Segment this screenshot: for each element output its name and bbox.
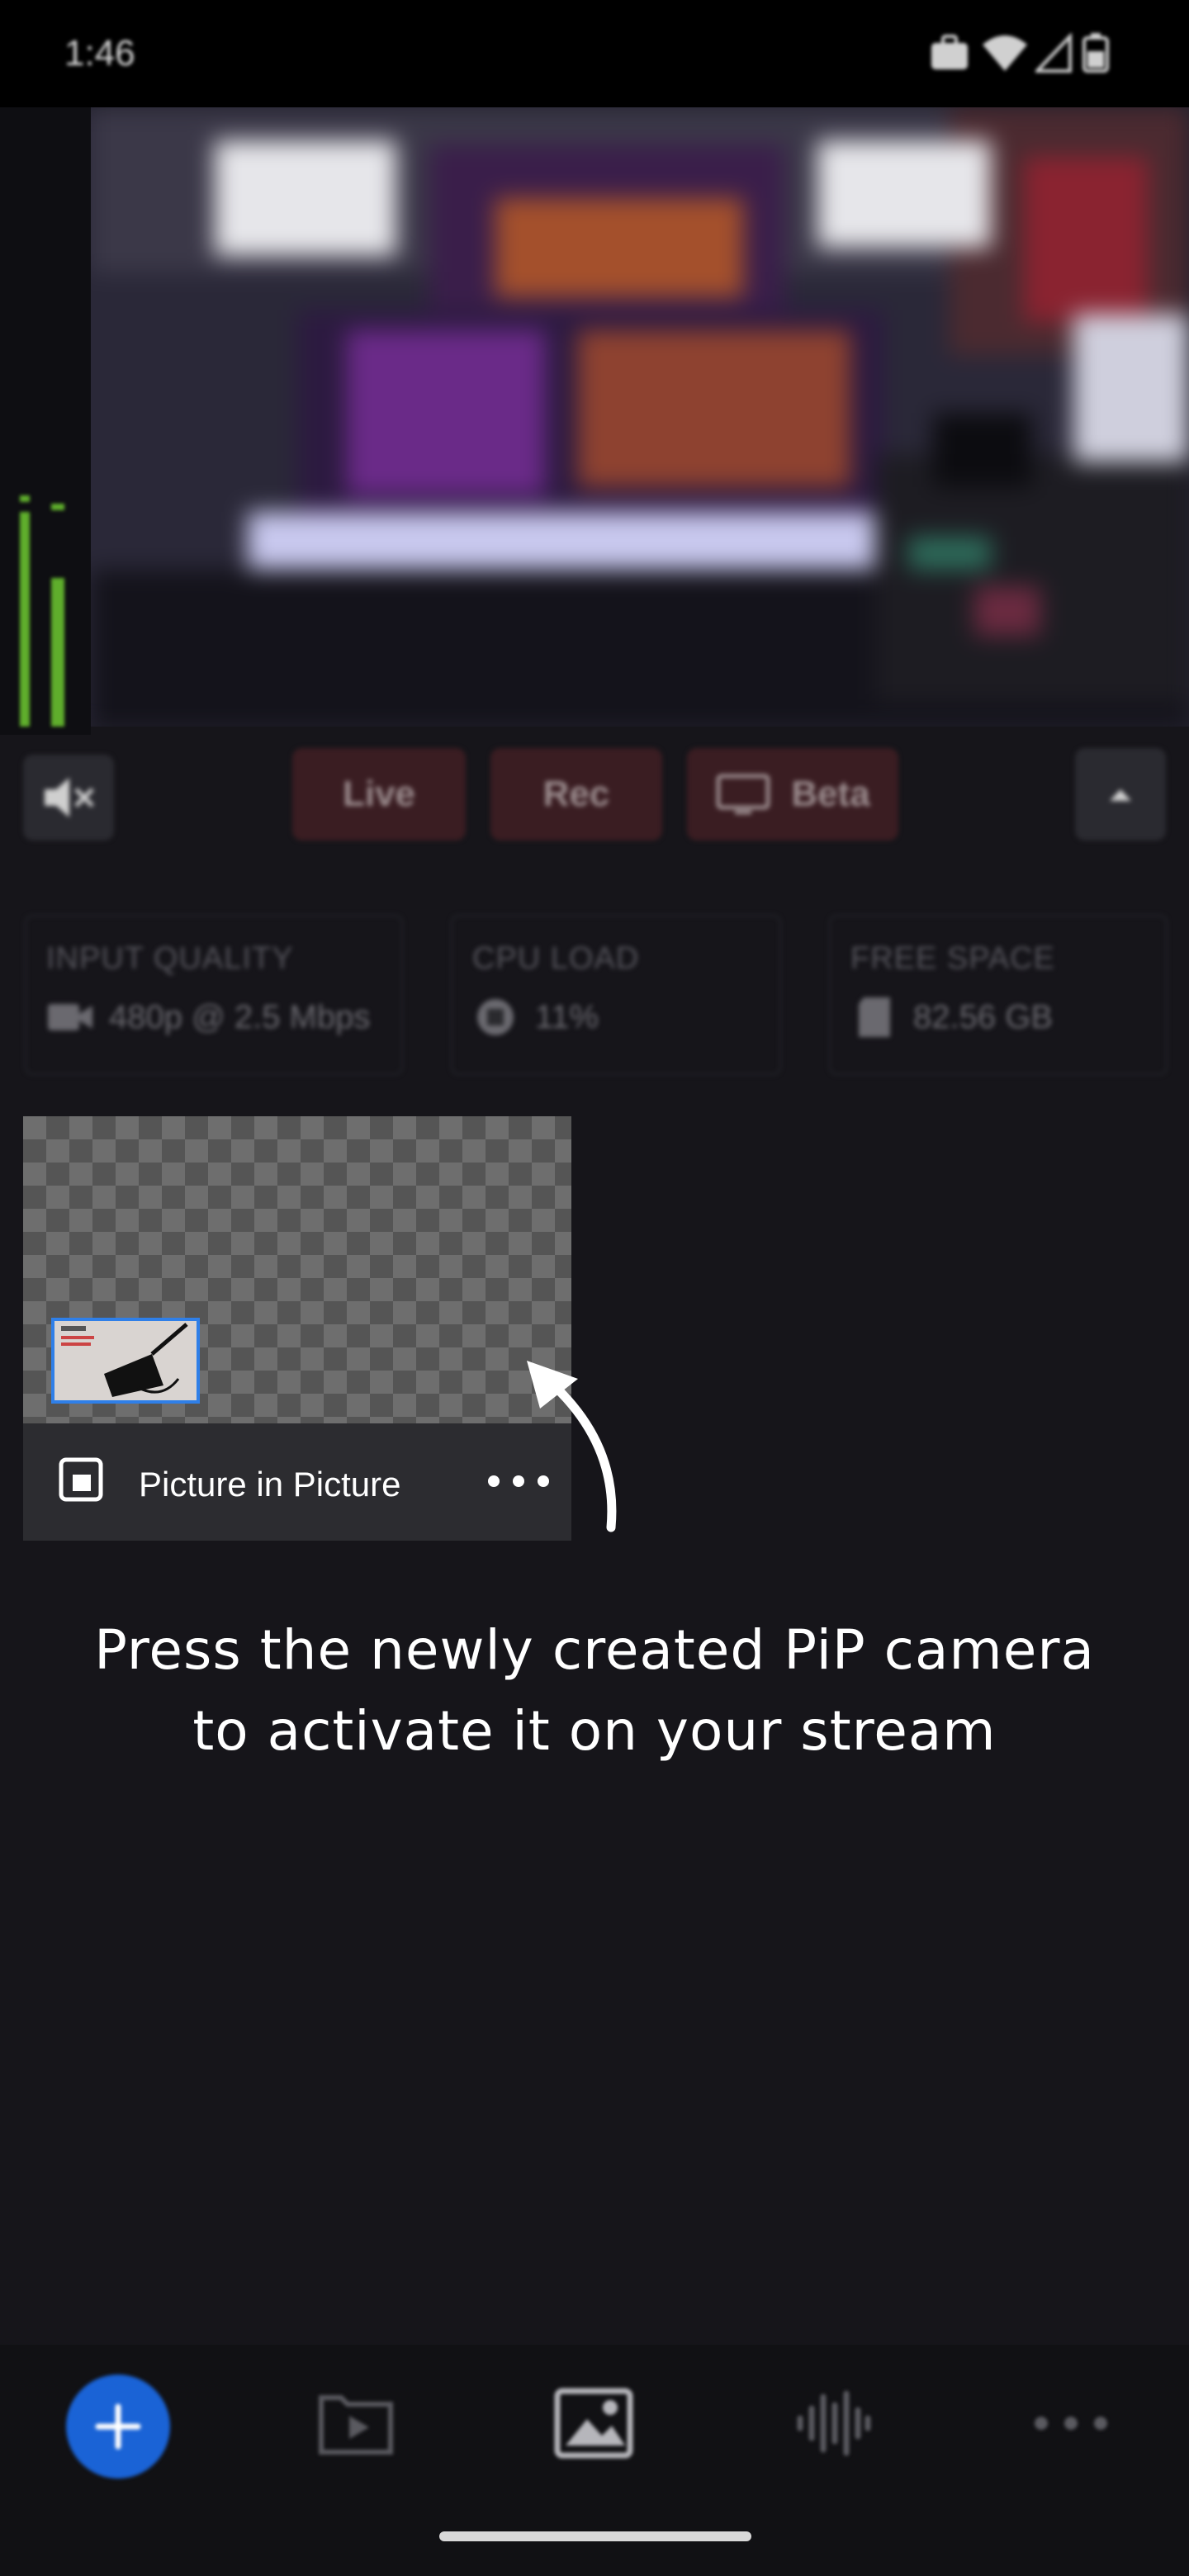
stat-title: FREE SPACE xyxy=(850,941,1055,976)
record-button-label: Rec xyxy=(542,774,610,814)
cpu-icon xyxy=(477,999,514,1035)
pip-card-label: Picture in Picture xyxy=(139,1465,401,1503)
home-indicator[interactable] xyxy=(439,2531,751,2541)
mute-button[interactable] xyxy=(23,755,114,841)
stat-card-cpu-load: CPU LOAD 11% xyxy=(451,915,781,1075)
live-button-label: Live xyxy=(342,774,416,814)
beta-button-label: Beta xyxy=(791,774,870,814)
camera-preview[interactable] xyxy=(0,107,1189,727)
briefcase-icon xyxy=(931,35,968,69)
beta-button[interactable]: Beta xyxy=(687,748,898,841)
collapse-button[interactable] xyxy=(1075,748,1166,841)
add-icon xyxy=(95,2403,141,2450)
record-button[interactable]: Rec xyxy=(490,748,662,841)
speaker-muted-icon xyxy=(45,778,94,817)
pip-camera-thumbnail[interactable] xyxy=(23,1116,571,1423)
stat-value: 11% xyxy=(535,999,599,1035)
audio-level-meter xyxy=(0,107,91,735)
curved-arrow-icon xyxy=(527,1361,617,1532)
nav-media-player[interactable] xyxy=(302,2370,410,2477)
wifi-icon xyxy=(983,36,1027,71)
nav-audio[interactable] xyxy=(779,2370,887,2477)
audio-waveform-icon xyxy=(797,2390,871,2456)
camera-preview-image xyxy=(0,107,1189,727)
pip-overlay-preview xyxy=(51,1318,200,1404)
video-camera-icon xyxy=(48,1004,92,1030)
signal-icon xyxy=(1035,33,1072,73)
sd-card-icon xyxy=(859,997,890,1037)
battery-icon xyxy=(1082,33,1109,73)
pip-camera-card[interactable]: Picture in Picture xyxy=(23,1116,571,1541)
nav-image[interactable] xyxy=(540,2370,647,2477)
media-player-icon xyxy=(319,2395,393,2455)
add-button[interactable] xyxy=(66,2375,170,2479)
stat-title: CPU LOAD xyxy=(472,941,640,976)
screen-cast-icon xyxy=(716,774,770,815)
stat-value: 480p @ 2.5 Mbps xyxy=(109,999,371,1035)
image-icon xyxy=(554,2388,633,2459)
instruction-line-2: to activate it on your stream xyxy=(192,1699,997,1763)
more-icon xyxy=(1035,2417,1107,2430)
instruction-line-1: Press the newly created PiP camera xyxy=(94,1618,1095,1682)
picture-in-picture-icon xyxy=(59,1457,103,1502)
pip-card-footer: Picture in Picture xyxy=(23,1423,571,1541)
stat-card-free-space: FREE SPACE 82.56 GB xyxy=(829,915,1168,1075)
stat-title: INPUT QUALITY xyxy=(46,941,294,976)
stream-controls: Live Rec Beta xyxy=(0,735,1189,859)
chevron-up-icon xyxy=(1110,789,1131,801)
instruction-text: Press the newly created PiP camera to ac… xyxy=(0,1610,1189,1772)
nav-more[interactable] xyxy=(1017,2370,1125,2477)
live-button[interactable]: Live xyxy=(292,748,466,841)
stat-value: 82.56 GB xyxy=(913,999,1054,1035)
status-time: 1:46 xyxy=(64,33,135,73)
stat-card-input-quality: INPUT QUALITY 480p @ 2.5 Mbps xyxy=(25,915,403,1075)
